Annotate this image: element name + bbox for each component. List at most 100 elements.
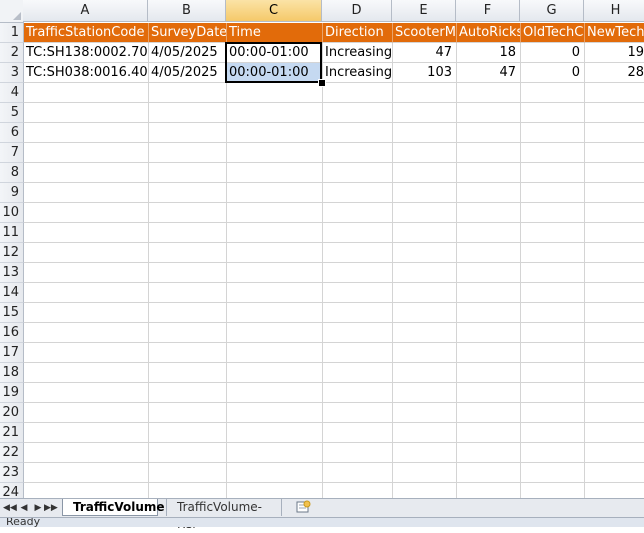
cell-g6[interactable] bbox=[521, 123, 585, 143]
cell-e13[interactable] bbox=[393, 263, 457, 283]
cell-g15[interactable] bbox=[521, 303, 585, 323]
cell-e16[interactable] bbox=[393, 323, 457, 343]
column-header-d[interactable]: D bbox=[322, 0, 392, 22]
cell-f11[interactable] bbox=[457, 223, 521, 243]
cell-e22[interactable] bbox=[393, 443, 457, 463]
cell-c22[interactable] bbox=[227, 443, 323, 463]
cell-e12[interactable] bbox=[393, 243, 457, 263]
cell-f18[interactable] bbox=[457, 363, 521, 383]
cell-h8[interactable] bbox=[585, 163, 644, 183]
cell-f9[interactable] bbox=[457, 183, 521, 203]
cell-g21[interactable] bbox=[521, 423, 585, 443]
cell-a12[interactable] bbox=[24, 243, 149, 263]
cell-c3[interactable]: 00:00-01:00 bbox=[227, 63, 323, 83]
column-header-e[interactable]: E bbox=[392, 0, 456, 22]
cell-g2[interactable]: 0 bbox=[521, 43, 585, 63]
cell-a5[interactable] bbox=[24, 103, 149, 123]
cell-f22[interactable] bbox=[457, 443, 521, 463]
first-sheet-nav-icon[interactable]: ◀◀ bbox=[3, 501, 17, 515]
cell-b24[interactable] bbox=[149, 483, 227, 498]
cell-f1[interactable]: AutoRicks bbox=[457, 23, 521, 43]
cell-e15[interactable] bbox=[393, 303, 457, 323]
cell-f16[interactable] bbox=[457, 323, 521, 343]
cell-f12[interactable] bbox=[457, 243, 521, 263]
cell-c6[interactable] bbox=[227, 123, 323, 143]
cell-c5[interactable] bbox=[227, 103, 323, 123]
cell-c17[interactable] bbox=[227, 343, 323, 363]
cell-c12[interactable] bbox=[227, 243, 323, 263]
cell-a16[interactable] bbox=[24, 323, 149, 343]
cell-h2[interactable]: 19 bbox=[585, 43, 644, 63]
cell-c7[interactable] bbox=[227, 143, 323, 163]
cell-h7[interactable] bbox=[585, 143, 644, 163]
cell-h20[interactable] bbox=[585, 403, 644, 423]
column-header-f[interactable]: F bbox=[456, 0, 520, 22]
cell-e8[interactable] bbox=[393, 163, 457, 183]
cell-c20[interactable] bbox=[227, 403, 323, 423]
cell-d13[interactable] bbox=[323, 263, 393, 283]
cell-e11[interactable] bbox=[393, 223, 457, 243]
cell-h10[interactable] bbox=[585, 203, 644, 223]
cell-g8[interactable] bbox=[521, 163, 585, 183]
cell-f8[interactable] bbox=[457, 163, 521, 183]
cell-e18[interactable] bbox=[393, 363, 457, 383]
cell-b2[interactable]: 4/05/2025 bbox=[149, 43, 227, 63]
cell-c4[interactable] bbox=[227, 83, 323, 103]
cell-d20[interactable] bbox=[323, 403, 393, 423]
cell-e23[interactable] bbox=[393, 463, 457, 483]
cell-d15[interactable] bbox=[323, 303, 393, 323]
cell-h15[interactable] bbox=[585, 303, 644, 323]
cell-a17[interactable] bbox=[24, 343, 149, 363]
column-header-b[interactable]: B bbox=[148, 0, 226, 22]
cell-d18[interactable] bbox=[323, 363, 393, 383]
cell-a8[interactable] bbox=[24, 163, 149, 183]
cell-b12[interactable] bbox=[149, 243, 227, 263]
row-header[interactable]: 15 bbox=[0, 303, 24, 323]
cell-a2[interactable]: TC:SH138:0002.700 bbox=[24, 43, 149, 63]
cell-f15[interactable] bbox=[457, 303, 521, 323]
row-header[interactable]: 10 bbox=[0, 203, 24, 223]
cell-b16[interactable] bbox=[149, 323, 227, 343]
row-header[interactable]: 24 bbox=[0, 483, 24, 498]
cell-b9[interactable] bbox=[149, 183, 227, 203]
cell-c24[interactable] bbox=[227, 483, 323, 498]
cell-e20[interactable] bbox=[393, 403, 457, 423]
cell-c15[interactable] bbox=[227, 303, 323, 323]
cell-h24[interactable] bbox=[585, 483, 644, 498]
cell-g23[interactable] bbox=[521, 463, 585, 483]
cell-a14[interactable] bbox=[24, 283, 149, 303]
cell-f13[interactable] bbox=[457, 263, 521, 283]
cell-d17[interactable] bbox=[323, 343, 393, 363]
cell-e5[interactable] bbox=[393, 103, 457, 123]
insert-sheet-icon[interactable] bbox=[292, 500, 314, 515]
cell-e6[interactable] bbox=[393, 123, 457, 143]
cell-c18[interactable] bbox=[227, 363, 323, 383]
cell-d19[interactable] bbox=[323, 383, 393, 403]
cell-g5[interactable] bbox=[521, 103, 585, 123]
cell-d24[interactable] bbox=[323, 483, 393, 498]
row-header[interactable]: 2 bbox=[0, 43, 24, 63]
row-header[interactable]: 14 bbox=[0, 283, 24, 303]
cell-g1[interactable]: OldTechCars bbox=[521, 23, 585, 43]
cell-d6[interactable] bbox=[323, 123, 393, 143]
row-header[interactable]: 13 bbox=[0, 263, 24, 283]
cell-d22[interactable] bbox=[323, 443, 393, 463]
horizontal-scrollbar[interactable] bbox=[330, 503, 644, 513]
cell-h5[interactable] bbox=[585, 103, 644, 123]
cell-d12[interactable] bbox=[323, 243, 393, 263]
cell-d11[interactable] bbox=[323, 223, 393, 243]
cell-e10[interactable] bbox=[393, 203, 457, 223]
cell-a18[interactable] bbox=[24, 363, 149, 383]
cell-a11[interactable] bbox=[24, 223, 149, 243]
cell-a1[interactable]: TrafficStationCode bbox=[24, 23, 149, 43]
cell-h14[interactable] bbox=[585, 283, 644, 303]
cell-b3[interactable]: 4/05/2025 bbox=[149, 63, 227, 83]
row-header[interactable]: 8 bbox=[0, 163, 24, 183]
cell-f17[interactable] bbox=[457, 343, 521, 363]
cell-g7[interactable] bbox=[521, 143, 585, 163]
cell-f20[interactable] bbox=[457, 403, 521, 423]
cell-h18[interactable] bbox=[585, 363, 644, 383]
cell-a20[interactable] bbox=[24, 403, 149, 423]
row-header[interactable]: 3 bbox=[0, 63, 24, 83]
cell-a21[interactable] bbox=[24, 423, 149, 443]
